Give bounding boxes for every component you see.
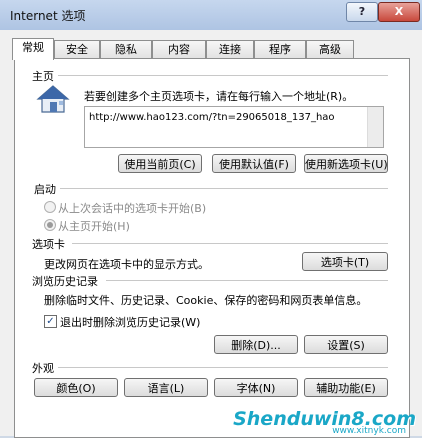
tabs-group-title: 选项卡 <box>32 238 65 251</box>
use-current-button[interactable]: 使用当前页(C) <box>118 154 202 173</box>
use-new-tab-button[interactable]: 使用新选项卡(U) <box>304 154 388 173</box>
homepage-divider <box>58 75 388 76</box>
watermark-url: www.xitnyk.com <box>332 426 406 436</box>
internet-options-dialog: Internet 选项 ? X 常规 安全 隐私 内容 连接 程序 高级 主页 … <box>0 0 422 438</box>
close-button[interactable]: X <box>378 2 420 22</box>
startup-group-title: 启动 <box>34 183 56 196</box>
accessibility-button[interactable]: 辅助功能(E) <box>304 378 388 397</box>
fonts-button[interactable]: 字体(N) <box>214 378 298 397</box>
use-default-button[interactable]: 使用默认值(F) <box>212 154 296 173</box>
homepage-group-title: 主页 <box>32 70 54 83</box>
tabs-divider <box>72 243 388 244</box>
delete-history-on-exit-label: 退出时删除浏览历史记录(W) <box>60 316 201 329</box>
startup-last-session-radio[interactable] <box>44 201 56 213</box>
appearance-divider <box>58 367 388 368</box>
startup-home-label: 从主页开始(H) <box>58 220 130 233</box>
homepage-url-textbox[interactable]: http://www.hao123.com/?tn=29065018_137_h… <box>84 106 384 148</box>
startup-divider <box>60 188 388 189</box>
help-button[interactable]: ? <box>346 2 378 22</box>
startup-home-radio[interactable] <box>44 219 56 231</box>
tab-advanced[interactable]: 高级 <box>306 40 354 59</box>
homepage-instruction: 若要创建多个主页选项卡，请在每行输入一个地址(R)。 <box>84 90 354 103</box>
history-description: 删除临时文件、历史记录、Cookie、保存的密码和网页表单信息。 <box>44 294 368 307</box>
languages-button[interactable]: 语言(L) <box>124 378 208 397</box>
delete-history-button[interactable]: 删除(D)... <box>214 335 298 354</box>
tabs-description: 更改网页在选项卡中的显示方式。 <box>44 258 209 271</box>
url-textbox-scrollbar[interactable] <box>367 107 383 147</box>
history-group-title: 浏览历史记录 <box>32 275 98 288</box>
title-bar[interactable]: Internet 选项 ? X <box>0 0 422 30</box>
delete-history-on-exit-checkbox[interactable]: ✓ <box>44 315 57 328</box>
tab-content[interactable]: 内容 <box>152 40 206 59</box>
startup-last-session-label: 从上次会话中的选项卡开始(B) <box>58 202 207 215</box>
tab-connections[interactable]: 连接 <box>206 40 254 59</box>
history-divider <box>106 280 388 281</box>
tab-privacy[interactable]: 隐私 <box>100 40 152 59</box>
tab-general[interactable]: 常规 <box>12 38 54 60</box>
house-icon <box>36 85 70 113</box>
appearance-group-title: 外观 <box>32 362 54 375</box>
tabs-settings-button[interactable]: 选项卡(T) <box>302 252 388 271</box>
tab-programs[interactable]: 程序 <box>254 40 306 59</box>
history-settings-button[interactable]: 设置(S) <box>304 335 388 354</box>
window-title: Internet 选项 <box>10 9 86 23</box>
colors-button[interactable]: 颜色(O) <box>34 378 118 397</box>
tab-security[interactable]: 安全 <box>54 40 100 59</box>
homepage-url-text: http://www.hao123.com/?tn=29065018_137_h… <box>89 112 335 123</box>
